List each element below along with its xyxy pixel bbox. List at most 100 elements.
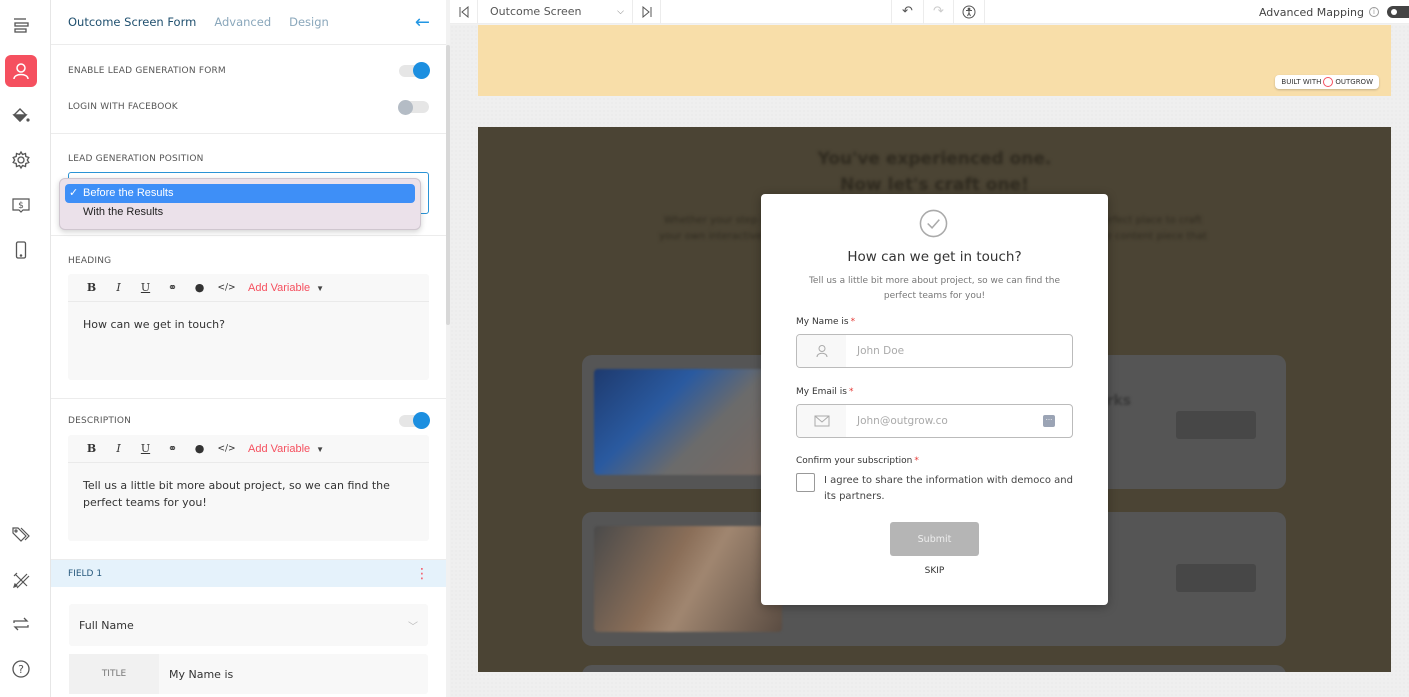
result-card-image <box>594 369 782 475</box>
link-icon[interactable]: ⚭ <box>159 442 186 455</box>
rail-tools[interactable] <box>5 564 37 596</box>
link-icon[interactable]: ⚭ <box>159 281 186 294</box>
field-1-header[interactable]: FIELD 1 ⋮ <box>51 560 446 587</box>
advanced-mapping: Advanced Mapping i <box>1259 0 1409 24</box>
result-card-3 <box>582 665 1286 672</box>
settings-panel: Outcome Screen Form Advanced Design ← EN… <box>51 0 446 697</box>
tag-icon <box>12 527 30 542</box>
accessibility-button[interactable] <box>954 0 985 24</box>
check-circle-icon <box>919 209 948 238</box>
redo-button[interactable]: ↷ <box>924 0 954 24</box>
enable-lead-gen-toggle[interactable] <box>399 62 430 79</box>
description-toolbar: B I U ⚭ ● </> Add Variable ▼ <box>68 435 429 463</box>
submit-button[interactable]: Submit <box>890 522 979 556</box>
consent-checkbox[interactable] <box>796 473 815 492</box>
bg-heading-2: Now let's craft one! <box>840 175 1029 195</box>
add-variable-dropdown[interactable]: Add Variable ▼ <box>248 282 324 294</box>
name-label: My Name is * <box>796 317 856 327</box>
outgrow-logo-icon <box>1323 77 1334 87</box>
canvas-topbar: Outcome Screen ⌵ ↶ ↷ Advanced Mapping i <box>450 0 1409 24</box>
tab-design[interactable]: Design <box>289 15 329 29</box>
gear-icon <box>12 150 30 170</box>
italic-button[interactable]: I <box>105 442 132 455</box>
email-field[interactable]: John@outgrow.co ··· <box>796 404 1073 438</box>
app: $ ? Outcome Screen Form Advanced Design … <box>0 0 1409 697</box>
add-variable-dropdown[interactable]: Add Variable ▼ <box>248 443 324 455</box>
checkmark-icon: ✓ <box>69 187 79 199</box>
consent-text: I agree to share the information with de… <box>824 475 1073 502</box>
description-editor: B I U ⚭ ● </> Add Variable ▼ Tell us a li… <box>68 435 429 541</box>
layout-icon <box>14 18 29 33</box>
undo-button[interactable]: ↶ <box>892 0 924 24</box>
field-title-row: TITLE My Name is <box>69 654 428 694</box>
user-icon <box>13 63 29 80</box>
position-option-with[interactable]: With the Results <box>65 203 415 222</box>
bold-button[interactable]: B <box>78 281 105 294</box>
caret-down-icon: ▼ <box>316 283 325 293</box>
kebab-menu-icon[interactable]: ⋮ <box>415 567 429 581</box>
tools-icon <box>13 572 30 589</box>
italic-button[interactable]: I <box>105 281 132 294</box>
skip-back-icon <box>459 5 468 18</box>
last-screen-button[interactable] <box>633 0 661 24</box>
rail-settings[interactable] <box>5 144 37 176</box>
rail-sync[interactable] <box>5 608 37 640</box>
heading-section: HEADING B I U ⚭ ● </> Add Variable ▼ How … <box>51 236 446 399</box>
sync-icon <box>13 617 29 631</box>
skip-link[interactable]: SKIP <box>761 566 1108 576</box>
chevron-down-icon: ⌵ <box>617 6 624 17</box>
login-facebook-toggle[interactable] <box>398 99 429 115</box>
rail-pricing[interactable]: $ <box>5 189 37 221</box>
field-1-label: FIELD 1 <box>68 568 103 579</box>
user-icon <box>816 345 827 358</box>
rail-layout[interactable] <box>5 9 37 41</box>
first-screen-button[interactable] <box>450 0 478 24</box>
back-arrow-icon[interactable]: ← <box>415 12 430 33</box>
rail-user[interactable] <box>5 55 37 87</box>
color-drop-icon[interactable]: ● <box>186 281 213 294</box>
panel-tabs: Outcome Screen Form Advanced Design ← <box>51 0 446 45</box>
info-icon[interactable]: i <box>1369 7 1379 17</box>
rail-help[interactable]: ? <box>5 653 37 685</box>
enable-lead-gen-label: ENABLE LEAD GENERATION FORM <box>68 66 226 76</box>
rail-paint[interactable] <box>5 99 37 131</box>
underline-button[interactable]: U <box>132 281 159 294</box>
login-facebook-label: LOGIN WITH FACEBOOK <box>68 102 178 112</box>
icon-rail: $ ? <box>0 0 51 697</box>
tab-advanced[interactable]: Advanced <box>214 15 271 29</box>
rail-tags[interactable] <box>5 518 37 550</box>
modal-title: How can we get in touch? <box>847 249 1022 265</box>
skip-forward-icon <box>642 5 651 18</box>
code-icon[interactable]: </> <box>213 283 240 293</box>
name-field[interactable]: John Doe <box>796 334 1073 368</box>
result-card-button[interactable] <box>1176 564 1256 592</box>
result-card-image <box>594 526 782 632</box>
password-manager-icon[interactable]: ··· <box>1043 415 1055 427</box>
paint-bucket-icon <box>12 108 30 122</box>
modal-description: Tell us a little bit more about project,… <box>808 276 1061 301</box>
description-toggle[interactable] <box>399 412 430 429</box>
built-with-outgrow-badge[interactable]: BUILT WITH OUTGROW <box>1275 75 1379 89</box>
position-dropdown-menu: ✓ Before the Results With the Results <box>59 178 421 230</box>
advanced-mapping-toggle[interactable] <box>1387 6 1409 18</box>
tab-outcome-screen-form[interactable]: Outcome Screen Form <box>68 15 196 29</box>
underline-button[interactable]: U <box>132 442 159 455</box>
help-icon: ? <box>12 660 30 678</box>
heading-text[interactable]: How can we get in touch? <box>68 302 429 380</box>
field-title-key: TITLE <box>69 654 159 694</box>
undo-icon: ↶ <box>902 4 913 19</box>
color-drop-icon[interactable]: ● <box>186 442 213 455</box>
result-card-button[interactable] <box>1176 411 1256 439</box>
heading-editor: B I U ⚭ ● </> Add Variable ▼ How can we g… <box>68 274 429 380</box>
accessibility-icon <box>962 5 976 18</box>
bold-button[interactable]: B <box>78 442 105 455</box>
email-placeholder: John@outgrow.co <box>857 415 948 427</box>
field-type-select[interactable]: Full Name ﹀ <box>69 604 428 646</box>
code-icon[interactable]: </> <box>213 444 240 454</box>
position-option-before[interactable]: ✓ Before the Results <box>65 184 415 203</box>
rail-mobile[interactable] <box>5 234 37 266</box>
field-title-input[interactable]: My Name is <box>159 654 233 694</box>
screen-select[interactable]: Outcome Screen ⌵ <box>478 0 633 24</box>
description-text[interactable]: Tell us a little bit more about project,… <box>68 463 429 541</box>
mail-icon <box>814 415 829 427</box>
